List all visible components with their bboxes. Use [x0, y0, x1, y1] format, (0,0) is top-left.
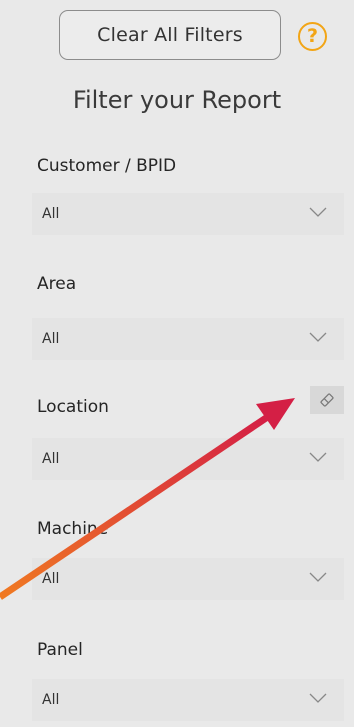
- dropdown-machine[interactable]: All: [32, 558, 344, 600]
- filter-label-panel: Panel: [37, 640, 83, 660]
- filter-label-location: Location: [37, 397, 109, 417]
- dropdown-value: All: [42, 206, 60, 222]
- dropdown-value: All: [42, 571, 60, 587]
- dropdown-value: All: [42, 451, 60, 467]
- chevron-down-icon: [309, 452, 327, 462]
- dropdown-customer-bpid[interactable]: All: [32, 193, 344, 235]
- help-icon[interactable]: ?: [298, 22, 327, 51]
- panel-title: Filter your Report: [72, 86, 282, 114]
- eraser-icon[interactable]: [310, 386, 344, 414]
- chevron-down-icon: [309, 572, 327, 582]
- dropdown-location[interactable]: All: [32, 438, 344, 480]
- chevron-down-icon: [309, 693, 327, 703]
- filter-label-area: Area: [37, 274, 77, 294]
- dropdown-value: All: [42, 692, 60, 708]
- eraser-glyph: [320, 393, 334, 407]
- filter-label-customer-bpid: Customer / BPID: [37, 156, 177, 176]
- dropdown-panel[interactable]: All: [32, 679, 344, 721]
- clear-all-filters-button[interactable]: Clear All Filters: [59, 10, 281, 60]
- dropdown-value: All: [42, 331, 60, 347]
- chevron-down-icon: [309, 207, 327, 217]
- filter-label-machine: Machine: [37, 519, 109, 539]
- chevron-down-icon: [309, 332, 327, 342]
- dropdown-area[interactable]: All: [32, 318, 344, 360]
- filter-panel: Clear All Filters ? Filter your Report C…: [0, 0, 354, 727]
